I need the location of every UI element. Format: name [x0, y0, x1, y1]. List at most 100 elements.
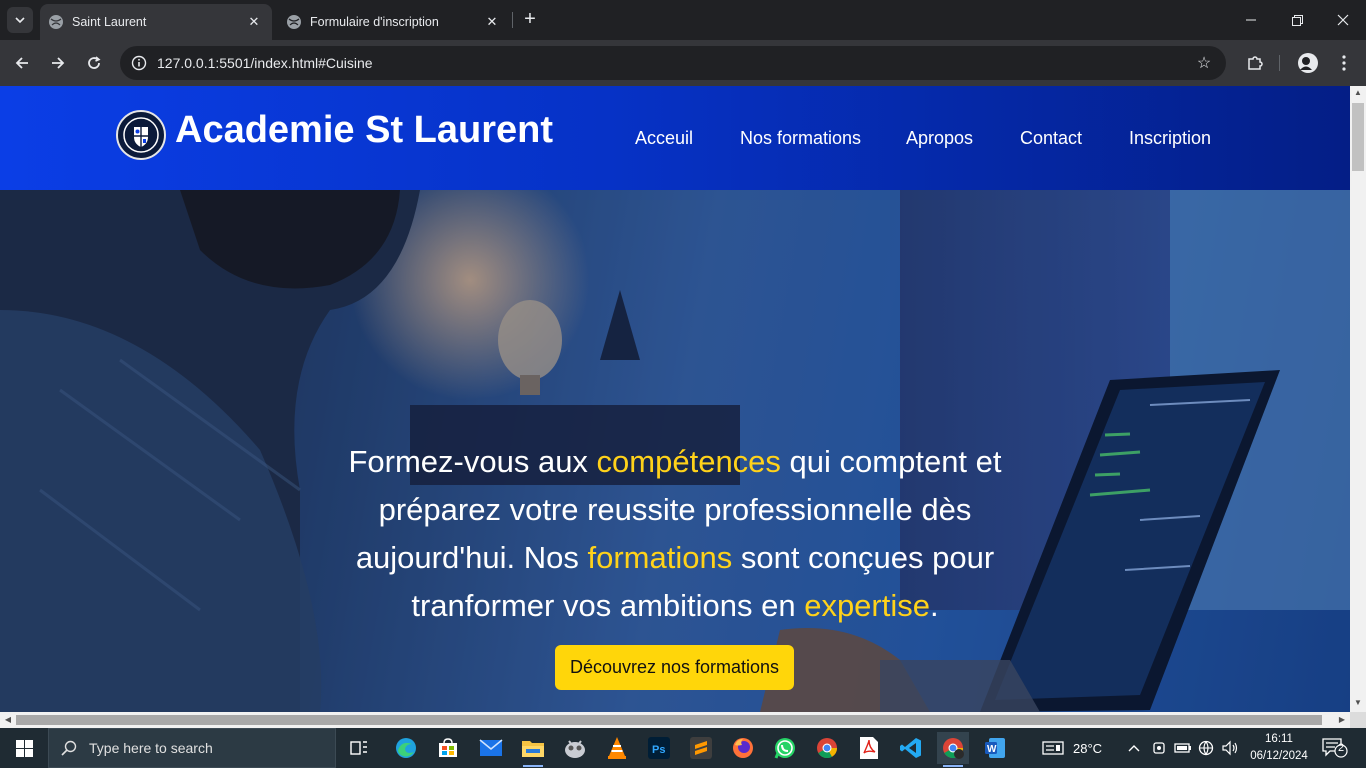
- hero-line: Formez-vous aux compétences qui comptent…: [300, 438, 1050, 486]
- nav-inscription[interactable]: Inscription: [1129, 128, 1211, 149]
- hero-section: Formez-vous aux compétences qui comptent…: [0, 190, 1350, 712]
- menu-button[interactable]: [1332, 51, 1356, 75]
- tab-separator: [512, 12, 513, 28]
- volume-icon[interactable]: [1221, 728, 1239, 768]
- app-icon[interactable]: [559, 732, 591, 764]
- restore-button[interactable]: [1274, 0, 1320, 40]
- close-window-button[interactable]: [1320, 0, 1366, 40]
- avatar-icon: [1298, 53, 1318, 73]
- vscode-icon[interactable]: [895, 732, 927, 764]
- site-header: Academie St Laurent Acceuil Nos formatio…: [0, 86, 1350, 190]
- windows-logo-icon: [15, 739, 33, 757]
- file-explorer-icon[interactable]: [517, 732, 549, 767]
- search-placeholder: Type here to search: [89, 740, 213, 756]
- chrome-icon[interactable]: [811, 732, 843, 764]
- site-info-icon[interactable]: [130, 54, 148, 72]
- browser-tabstrip: Saint Laurent ✕ Formulaire d'inscription…: [0, 0, 1366, 40]
- globe-icon: [286, 14, 302, 30]
- scroll-up-arrow[interactable]: ▲: [1350, 86, 1366, 100]
- vertical-scrollbar[interactable]: ▲ ▼: [1350, 86, 1366, 712]
- discover-formations-button[interactable]: Découvrez nos formations: [555, 645, 794, 690]
- browser-toolbar: 127.0.0.1:5501/index.html#Cuisine ☆: [0, 40, 1366, 86]
- crest-icon: [123, 117, 159, 153]
- mail-icon[interactable]: [475, 732, 507, 764]
- reload-button[interactable]: [80, 49, 108, 77]
- edge-icon[interactable]: [390, 732, 422, 764]
- chevron-down-icon: [15, 17, 25, 24]
- back-button[interactable]: [8, 49, 36, 77]
- word-icon[interactable]: W: [979, 732, 1011, 764]
- windows-taskbar: Type here to search Ps W 28°C 16:11 06/1…: [0, 728, 1366, 768]
- scroll-left-arrow[interactable]: ◀: [0, 712, 16, 728]
- firefox-icon[interactable]: [727, 732, 759, 764]
- close-tab-icon[interactable]: ✕: [244, 12, 264, 32]
- whatsapp-icon[interactable]: [769, 732, 801, 764]
- network-globe-icon[interactable]: [1198, 728, 1214, 768]
- nav-apropos[interactable]: Apropos: [906, 128, 973, 149]
- weather-temperature: 28°C: [1073, 740, 1103, 756]
- scroll-right-arrow[interactable]: ▶: [1334, 712, 1350, 728]
- forward-button[interactable]: [44, 49, 72, 77]
- taskbar-search[interactable]: Type here to search: [48, 728, 336, 768]
- vlc-icon[interactable]: [601, 732, 633, 764]
- weather-widget[interactable]: 28°C: [1042, 728, 1102, 768]
- search-icon: [49, 740, 89, 756]
- hero-tagline: Formez-vous aux compétences qui comptent…: [300, 438, 1050, 630]
- close-icon: [1337, 14, 1349, 26]
- extensions-button[interactable]: [1243, 51, 1267, 75]
- bookmark-star-icon[interactable]: ☆: [1194, 53, 1214, 73]
- tab-title: Saint Laurent: [72, 15, 147, 29]
- sublime-text-icon[interactable]: [685, 732, 717, 764]
- close-tab-icon[interactable]: ✕: [482, 12, 502, 32]
- hero-text-segment: .: [930, 588, 939, 623]
- new-tab-button[interactable]: +: [519, 9, 541, 31]
- puzzle-icon: [1248, 56, 1263, 70]
- scrollbar-corner: [1350, 712, 1366, 728]
- notification-count: 2: [1337, 742, 1345, 754]
- pdf-reader-icon[interactable]: [853, 732, 885, 764]
- hero-line: tranformer vos ambitions en expertise.: [300, 582, 1050, 630]
- hero-line: préparez votre reussite professionnelle …: [300, 486, 1050, 534]
- weather-icon: [1042, 741, 1064, 755]
- hero-text-segment: qui comptent et: [780, 444, 1002, 479]
- tray-chevron-up-icon[interactable]: [1128, 728, 1140, 768]
- tab-search-button[interactable]: [7, 7, 33, 33]
- nav-acceuil[interactable]: Acceuil: [635, 128, 693, 149]
- restore-icon: [1291, 14, 1303, 26]
- chrome-active-icon[interactable]: [937, 732, 969, 767]
- hero-text-segment: tranformer vos ambitions en: [411, 588, 805, 623]
- profile-avatar[interactable]: [1296, 51, 1320, 75]
- microsoft-store-icon[interactable]: [432, 732, 464, 764]
- hero-text-segment: Formez-vous aux: [348, 444, 597, 479]
- academy-logo[interactable]: [116, 110, 166, 160]
- nav-nos-formations[interactable]: Nos formations: [740, 128, 861, 149]
- start-button[interactable]: [0, 728, 48, 768]
- address-bar[interactable]: 127.0.0.1:5501/index.html#Cuisine ☆: [120, 46, 1226, 80]
- site-title[interactable]: Academie St Laurent: [175, 109, 553, 152]
- toolbar-separator: [1279, 55, 1280, 71]
- reload-icon: [88, 56, 101, 69]
- vertical-scroll-thumb[interactable]: [1352, 103, 1364, 171]
- hero-text-segment: aujourd'hui. Nos: [355, 540, 588, 575]
- svg-text:Ps: Ps: [652, 744, 665, 756]
- tab-title: Formulaire d'inscription: [310, 15, 439, 29]
- notification-center-button[interactable]: 2: [1322, 738, 1348, 758]
- horizontal-scroll-thumb[interactable]: [16, 715, 1322, 725]
- tab-formulaire[interactable]: Formulaire d'inscription ✕: [278, 4, 510, 40]
- tab-saint-laurent[interactable]: Saint Laurent ✕: [40, 4, 272, 40]
- tray-app-icon[interactable]: [1152, 728, 1166, 768]
- hero-text-segment: préparez votre reussite professionnelle …: [378, 492, 972, 527]
- url-text[interactable]: 127.0.0.1:5501/index.html#Cuisine: [157, 55, 1194, 71]
- clock-time: 16:11: [1265, 733, 1293, 745]
- svg-text:W: W: [987, 744, 997, 755]
- system-clock[interactable]: 16:11 06/12/2024: [1247, 731, 1311, 765]
- minimize-button[interactable]: [1228, 0, 1274, 40]
- arrow-left-icon: [15, 57, 28, 69]
- battery-icon[interactable]: [1174, 728, 1192, 768]
- arrow-right-icon: [52, 57, 65, 69]
- photoshop-icon[interactable]: Ps: [643, 732, 675, 764]
- nav-contact[interactable]: Contact: [1020, 128, 1082, 149]
- task-view-icon[interactable]: [344, 732, 376, 764]
- scroll-down-arrow[interactable]: ▼: [1350, 696, 1366, 710]
- horizontal-scrollbar[interactable]: ◀ ▶: [0, 712, 1350, 728]
